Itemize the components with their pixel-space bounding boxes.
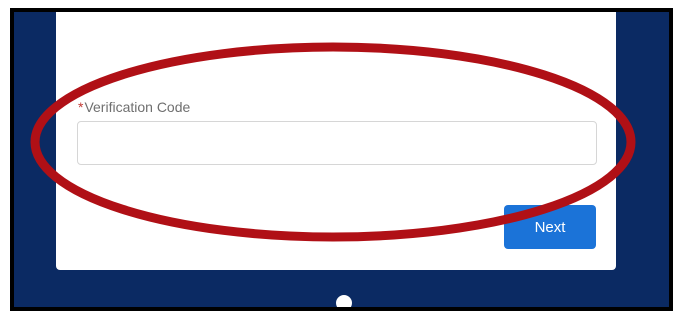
required-marker: * xyxy=(78,99,84,115)
page-indicator-dot xyxy=(336,295,352,307)
next-button[interactable]: Next xyxy=(504,205,596,249)
verification-code-label: *Verification Code xyxy=(78,99,190,115)
screenshot-frame: *Verification Code Next xyxy=(10,8,673,311)
verification-card: *Verification Code Next xyxy=(56,12,616,270)
verification-code-input[interactable] xyxy=(77,121,597,165)
verification-code-label-text: Verification Code xyxy=(84,99,191,115)
